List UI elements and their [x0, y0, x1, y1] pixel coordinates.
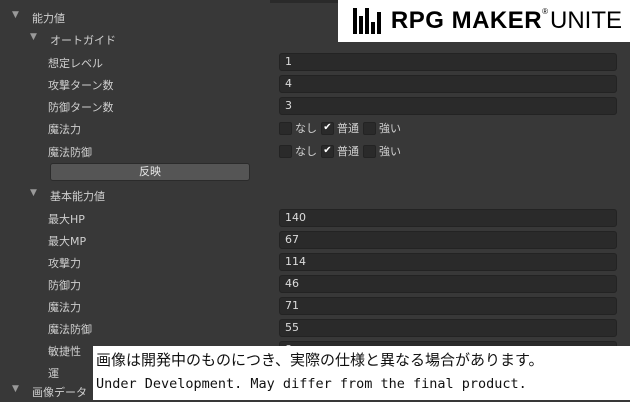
- magic-defense-option-strong[interactable]: 強い: [363, 143, 401, 159]
- magic-input[interactable]: 71: [279, 297, 617, 315]
- magic-defense-input[interactable]: 55: [279, 319, 617, 337]
- section-stats-title: 能力値: [32, 12, 65, 25]
- luck-label: 運: [48, 367, 59, 380]
- checkbox-checked[interactable]: ✔: [321, 144, 334, 158]
- apply-button[interactable]: 反映: [50, 163, 250, 181]
- attack-turns-label: 攻撃ターン数: [48, 79, 114, 92]
- magic-label: 魔法力: [48, 123, 81, 136]
- magic-level-options: なし ✔ 普通 強い: [279, 120, 405, 136]
- logo-text-bold: RPG MAKER: [390, 7, 543, 34]
- auto-guide-defense-turns-row: 防御ターン数 3: [0, 95, 630, 117]
- magic-option-normal[interactable]: ✔ 普通: [321, 120, 359, 136]
- section-base-stats-title: 基本能力値: [50, 190, 105, 203]
- logo-registered-mark: ®: [542, 6, 548, 16]
- checkbox-checked[interactable]: ✔: [321, 121, 334, 135]
- apply-row: 反映: [0, 161, 630, 183]
- checkbox[interactable]: [279, 144, 292, 158]
- level-input[interactable]: 1: [279, 53, 617, 71]
- checkbox[interactable]: [279, 121, 292, 135]
- notice-japanese: 画像は開発中のものにつき、実際の仕様と異なる場合があります。: [96, 351, 544, 369]
- max-hp-input[interactable]: 140: [279, 209, 617, 227]
- magic-defense-label: 魔法防御: [48, 146, 92, 159]
- attack-label: 攻撃力: [48, 257, 81, 270]
- auto-guide-attack-turns-row: 攻撃ターン数 4: [0, 73, 630, 95]
- logo-text-light: UNITE: [550, 7, 622, 34]
- triangle-down-icon[interactable]: ▼: [30, 188, 37, 198]
- attack-row: 攻撃力 114: [0, 251, 630, 273]
- triangle-down-icon[interactable]: ▼: [12, 384, 19, 394]
- level-label: 想定レベル: [48, 57, 103, 70]
- magic-defense-row: 魔法防御 55: [0, 317, 630, 339]
- magic-defense-label: 魔法防御: [48, 323, 92, 336]
- max-mp-label: 最大MP: [48, 235, 87, 248]
- defense-turns-label: 防御ターン数: [48, 101, 114, 114]
- triangle-down-icon[interactable]: ▼: [30, 32, 37, 42]
- defense-label: 防御力: [48, 279, 81, 292]
- magic-option-strong[interactable]: 強い: [363, 120, 401, 136]
- triangle-down-icon[interactable]: ▼: [12, 10, 19, 20]
- attack-input[interactable]: 114: [279, 253, 617, 271]
- auto-guide-level-row: 想定レベル 1: [0, 51, 630, 73]
- magic-label: 魔法力: [48, 301, 81, 314]
- logo-mark-icon: [352, 8, 383, 34]
- checkbox[interactable]: [363, 144, 376, 158]
- attack-turns-input[interactable]: 4: [279, 75, 617, 93]
- section-image-data-title: 画像データ: [32, 386, 87, 399]
- defense-row: 防御力 46: [0, 273, 630, 295]
- check-icon: ✔: [323, 145, 332, 156]
- check-icon: ✔: [323, 122, 332, 133]
- defense-turns-input[interactable]: 3: [279, 97, 617, 115]
- auto-guide-magic-row: 魔法力 なし ✔ 普通 強い: [0, 117, 630, 139]
- magic-option-none[interactable]: なし: [279, 120, 317, 136]
- magic-row: 魔法力 71: [0, 295, 630, 317]
- magic-defense-option-normal[interactable]: ✔ 普通: [321, 143, 359, 159]
- defense-input[interactable]: 46: [279, 275, 617, 293]
- agility-label: 敏捷性: [48, 345, 81, 358]
- rpg-maker-unite-logo: RPG MAKER ® UNITE: [338, 0, 630, 42]
- checkbox[interactable]: [363, 121, 376, 135]
- notice-english: Under Development. May differ from the f…: [96, 376, 527, 392]
- max-mp-row: 最大MP 67: [0, 229, 630, 251]
- development-notice: 画像は開発中のものにつき、実際の仕様と異なる場合があります。 Under Dev…: [93, 346, 630, 400]
- max-mp-input[interactable]: 67: [279, 231, 617, 249]
- max-hp-row: 最大HP 140: [0, 207, 630, 229]
- magic-defense-level-options: なし ✔ 普通 強い: [279, 143, 405, 159]
- magic-defense-option-none[interactable]: なし: [279, 143, 317, 159]
- max-hp-label: 最大HP: [48, 213, 85, 226]
- section-base-stats-header[interactable]: ▼ 基本能力値: [0, 184, 630, 206]
- section-auto-guide-title: オートガイド: [50, 34, 116, 47]
- auto-guide-magic-defense-row: 魔法防御 なし ✔ 普通 強い: [0, 140, 630, 162]
